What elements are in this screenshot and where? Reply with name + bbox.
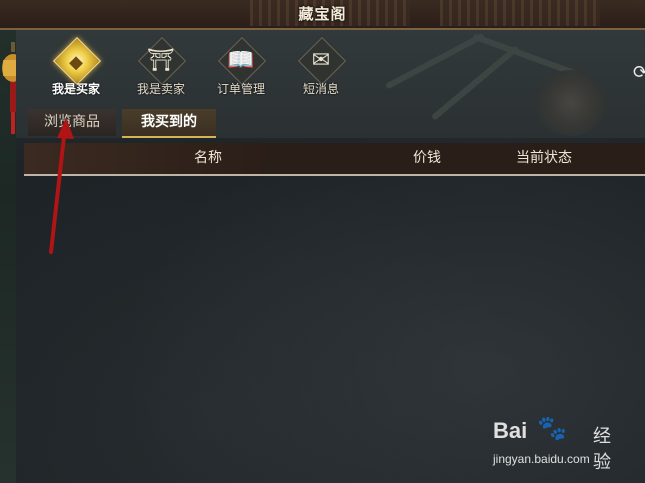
nav-orders[interactable]: 📖 订单管理 [206, 36, 276, 100]
nav-buyer[interactable]: ◆ 我是买家 [41, 36, 111, 100]
nav-label: 我是买家 [51, 82, 100, 96]
column-header-status[interactable]: 当前状态 [494, 143, 594, 174]
ledger-book-icon: 📖 [227, 48, 255, 73]
market-stall-icon: ⛩ [147, 48, 175, 73]
table-header: 名称 价钱 当前状态 [24, 143, 645, 176]
paw-icon: 🐾 [537, 414, 567, 442]
watermark-brand-suffix: 经验 [593, 426, 611, 473]
nav-label: 短消息 [302, 82, 339, 96]
envelope-icon: ✉ [311, 48, 331, 73]
watermark-brand: Bai [493, 418, 528, 443]
column-header-price[interactable]: 价钱 [392, 143, 462, 174]
tab-browse-items[interactable]: 浏览商品 [28, 109, 116, 136]
nav-label: 订单管理 [216, 82, 265, 96]
flower-ornament [536, 70, 606, 136]
title-bar: 藏宝阁 [0, 0, 645, 30]
coin-icon: ◆ [69, 52, 83, 73]
watermark-url: jingyan.baidu.com [493, 452, 590, 466]
nav-label: 我是卖家 [136, 82, 185, 96]
tab-my-purchases[interactable]: 我买到的 [122, 109, 216, 138]
baidu-watermark: Bai 🐾 经验 jingyan.baidu.com [493, 412, 613, 473]
refresh-icon[interactable]: ⟳ [633, 64, 645, 82]
column-header-name[interactable]: 名称 [24, 143, 392, 174]
nav-messages[interactable]: ✉ 短消息 [286, 36, 356, 100]
window-title: 藏宝阁 [298, 5, 347, 23]
nav-seller[interactable]: ⛩ 我是卖家 [126, 36, 196, 100]
